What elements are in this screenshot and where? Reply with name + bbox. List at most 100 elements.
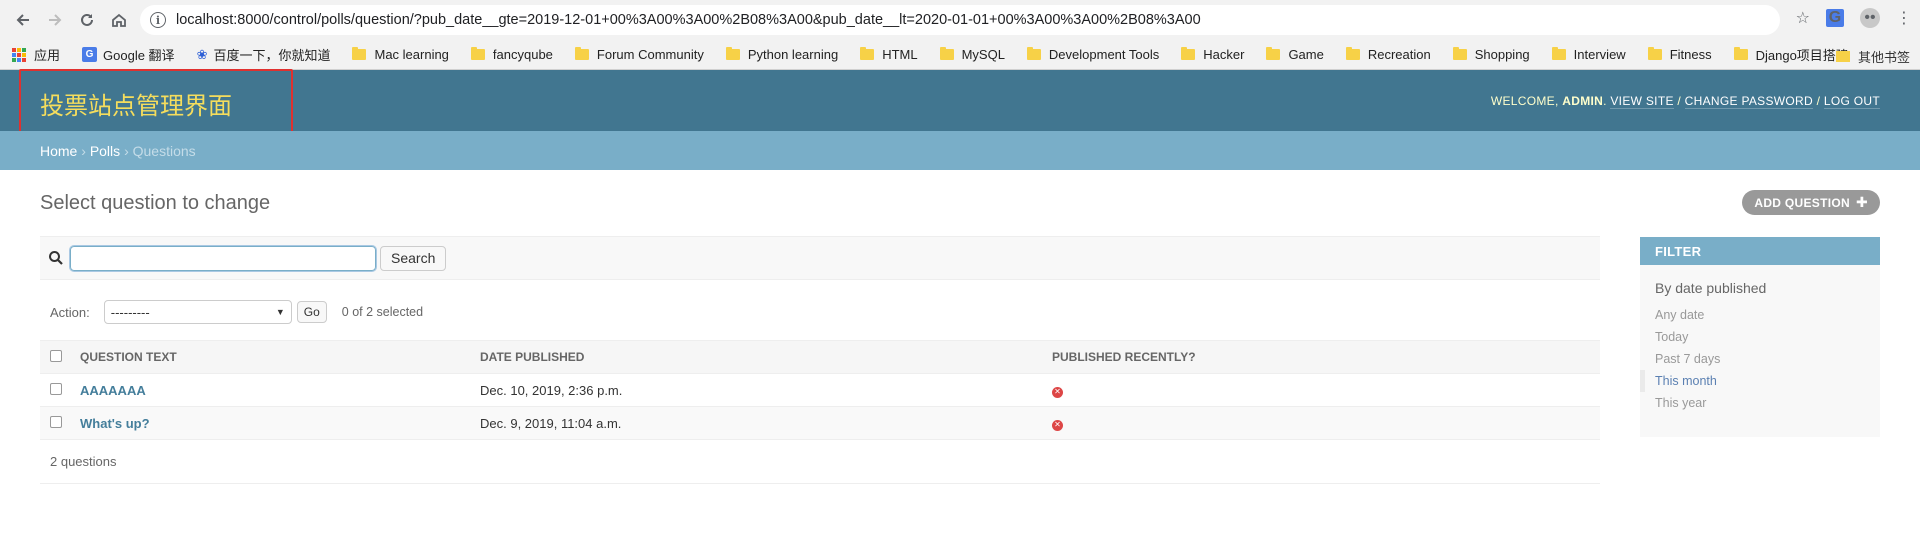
folder-icon [1266, 47, 1281, 60]
folder-icon [1551, 47, 1566, 60]
apps-grid-icon [12, 47, 26, 62]
filter-option-today[interactable]: Today [1640, 326, 1880, 348]
results-table: QUESTION TEXT DATE PUBLISHED PUBLISHED R… [40, 340, 1600, 440]
table-header-row: QUESTION TEXT DATE PUBLISHED PUBLISHED R… [40, 340, 1600, 374]
bookmark-folder[interactable]: Python learning [725, 47, 838, 62]
folder-icon [352, 47, 367, 60]
change-password-link[interactable]: CHANGE PASSWORD [1684, 94, 1813, 109]
search-icon [49, 251, 63, 265]
filter-option-this-year[interactable]: This year [1640, 392, 1880, 414]
arrow-right-icon [49, 14, 62, 26]
star-icon[interactable]: ☆ [1796, 8, 1810, 28]
username: ADMIN [1562, 94, 1604, 108]
action-label: Action: [50, 304, 90, 320]
bookmark-folder[interactable]: Django项目搭建 [1733, 45, 1849, 64]
annotation-highlight-box [19, 69, 293, 135]
bookmark-folder[interactable]: Forum Community [574, 47, 704, 62]
baidu-paw-icon: ❀ [196, 46, 208, 62]
action-select[interactable]: --------- ▼ [103, 300, 292, 324]
no-icon: ✕ [1052, 419, 1063, 431]
search-input[interactable] [69, 244, 377, 272]
other-bookmarks[interactable]: 其他书签 [1835, 47, 1910, 66]
folder-icon [1452, 47, 1467, 60]
info-icon[interactable]: i [150, 12, 166, 28]
bookmark-folder[interactable]: fancyqube [470, 47, 553, 62]
reload-button[interactable] [72, 5, 102, 35]
bookmark-folder[interactable]: MySQL [939, 47, 1005, 62]
google-translate-icon: G [82, 47, 98, 62]
selected-count: 0 of 2 selected [341, 305, 424, 319]
search-button[interactable]: Search [380, 245, 447, 271]
bookmark-folder[interactable]: Interview [1551, 47, 1626, 62]
url-text: localhost:8000/control/polls/question/?p… [176, 12, 1201, 28]
bookmark-baidu[interactable]: ❀ 百度一下，你就知道 [197, 45, 331, 64]
log-out-link[interactable]: LOG OUT [1823, 94, 1880, 109]
filter-option-past-7-days[interactable]: Past 7 days [1640, 348, 1880, 370]
bookmark-apps[interactable]: 应用 [12, 45, 60, 64]
address-bar[interactable]: i localhost:8000/control/polls/question/… [140, 5, 1780, 35]
bookmark-folder[interactable]: Hacker [1181, 47, 1244, 62]
question-link[interactable]: AAAAAAA [80, 383, 146, 398]
reload-icon [81, 13, 93, 26]
bookmark-google-translate[interactable]: G Google 翻译 [82, 45, 175, 64]
breadcrumb-polls[interactable]: Polls [90, 143, 120, 159]
select-all-checkbox[interactable] [50, 349, 62, 362]
bookmark-folder[interactable]: Recreation [1345, 47, 1431, 62]
go-button[interactable]: Go [296, 301, 327, 323]
menu-dots-icon[interactable]: ⋮ [1896, 8, 1912, 28]
column-header-date-published[interactable]: DATE PUBLISHED [480, 340, 1052, 374]
filter-panel: FILTER By date published Any date Today … [1640, 237, 1880, 437]
folder-icon [1345, 47, 1360, 60]
user-tools: WELCOME, ADMIN. VIEW SITE / CHANGE PASSW… [1490, 94, 1880, 109]
home-button[interactable] [104, 5, 134, 35]
date-published-cell: Dec. 10, 2019, 2:36 p.m. [480, 373, 1052, 407]
page-title: Select question to change [40, 192, 271, 214]
table-row: AAAAAAA Dec. 10, 2019, 2:36 p.m. ✕ [40, 373, 1600, 407]
home-icon [112, 13, 126, 27]
folder-icon [1181, 47, 1196, 60]
bookmark-folder[interactable]: Shopping [1452, 47, 1530, 62]
filter-option-any-date[interactable]: Any date [1640, 304, 1880, 326]
view-site-link[interactable]: VIEW SITE [1610, 94, 1674, 109]
translate-extension-icon[interactable]: G [1826, 9, 1844, 27]
breadcrumb: Home › Polls › Questions [0, 131, 1920, 170]
row-checkbox[interactable] [50, 415, 62, 428]
plus-icon: ✚ [1855, 194, 1868, 210]
bookmark-folder[interactable]: Game [1266, 47, 1324, 62]
date-published-cell: Dec. 9, 2019, 11:04 a.m. [480, 406, 1052, 440]
dropdown-arrow-icon: ▼ [275, 307, 285, 317]
no-icon: ✕ [1052, 386, 1063, 398]
folder-icon [1647, 47, 1662, 60]
bookmarks-bar: 应用 G Google 翻译 ❀ 百度一下，你就知道 Mac learning … [0, 40, 1920, 70]
add-question-button[interactable]: ADD QUESTION ✚ [1742, 190, 1880, 215]
column-header-question-text[interactable]: QUESTION TEXT [80, 340, 480, 374]
folder-icon [939, 47, 954, 60]
bookmark-folder[interactable]: Mac learning [352, 47, 449, 62]
row-checkbox[interactable] [50, 382, 62, 395]
folder-icon [574, 47, 589, 60]
bookmark-folder[interactable]: Fitness [1647, 47, 1712, 62]
folder-icon [1835, 51, 1850, 62]
arrow-left-icon [16, 14, 29, 26]
folder-icon [860, 47, 875, 60]
folder-icon [1026, 47, 1041, 60]
folder-icon [470, 47, 485, 60]
breadcrumb-home[interactable]: Home [40, 143, 77, 159]
filter-option-this-month[interactable]: This month [1640, 370, 1880, 392]
bookmark-folder[interactable]: HTML [860, 47, 918, 62]
browser-toolbar: i localhost:8000/control/polls/question/… [0, 0, 1920, 40]
paginator: 2 questions [40, 440, 1600, 484]
filter-title: FILTER [1640, 237, 1880, 265]
back-button[interactable] [8, 5, 38, 35]
column-header-published-recently[interactable]: PUBLISHED RECENTLY? [1052, 340, 1600, 374]
bookmark-folder[interactable]: Development Tools [1026, 47, 1159, 62]
forward-button[interactable] [40, 5, 70, 35]
folder-icon [725, 47, 740, 60]
breadcrumb-current: Questions [132, 143, 196, 159]
actions-bar: Action: --------- ▼ Go 0 of 2 selected [40, 300, 423, 324]
question-link[interactable]: What's up? [80, 416, 150, 431]
table-row: What's up? Dec. 9, 2019, 11:04 a.m. ✕ [40, 406, 1600, 440]
filter-heading: By date published [1655, 280, 1767, 296]
extension-face-icon[interactable]: •• [1860, 8, 1880, 28]
search-toolbar: Search [40, 236, 1600, 280]
